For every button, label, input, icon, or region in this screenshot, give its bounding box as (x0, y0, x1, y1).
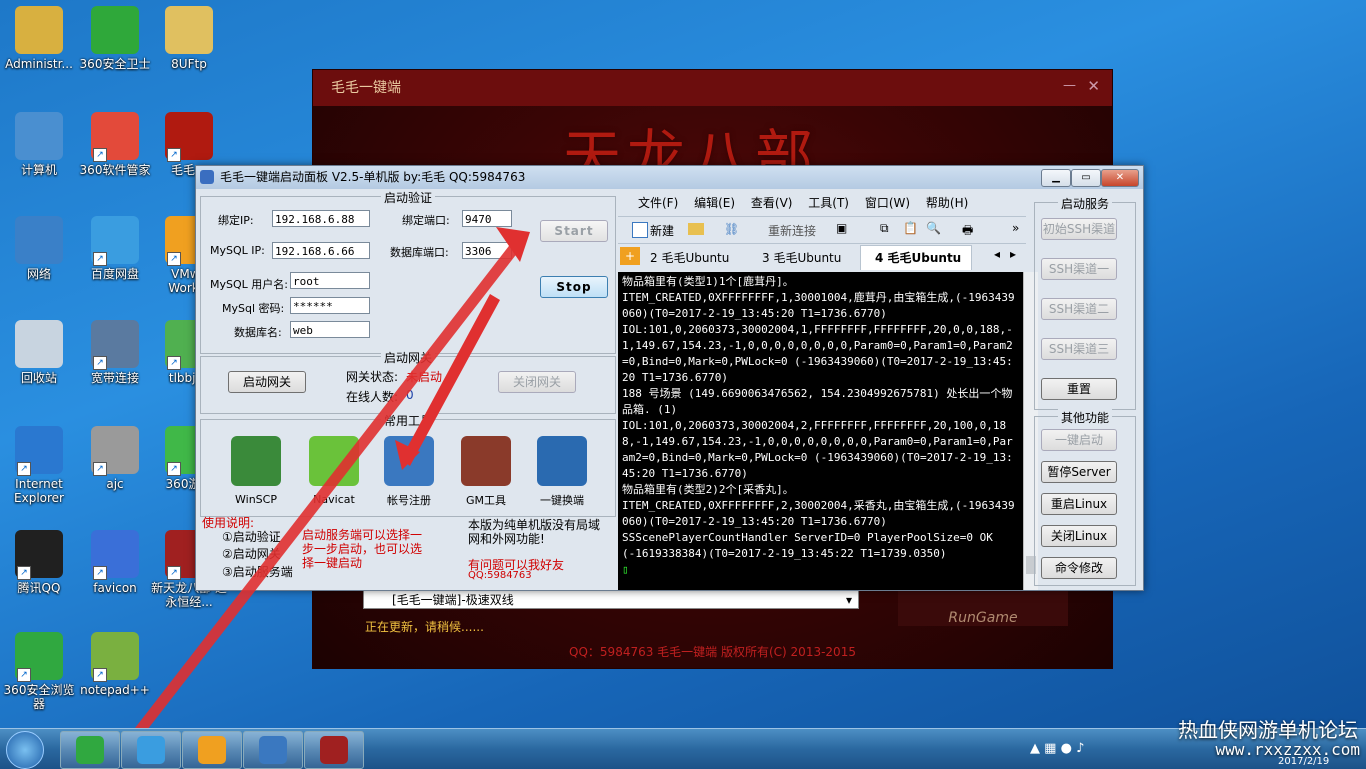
taskbar: ▲ ▦ ● ♪ (0, 728, 1366, 769)
python-icon (259, 736, 287, 764)
taskbar-item-vmware[interactable] (182, 731, 242, 769)
tlbb-icon (320, 736, 348, 764)
annotation-arrow (135, 227, 530, 734)
taskbar-item-baidu[interactable] (121, 731, 181, 769)
taskbar-item-python[interactable] (243, 731, 303, 769)
baidu-icon (137, 736, 165, 764)
vmware-icon (198, 736, 226, 764)
watermark-text: 热血侠网游单机论坛 (1178, 718, 1358, 742)
volume-icon[interactable]: ♪ (1076, 741, 1084, 756)
clock-date[interactable]: 2017/2/19 (1278, 756, 1329, 767)
network-icon[interactable]: ▦ (1044, 741, 1056, 756)
tray-icons: ▲ ▦ ● ♪ (1030, 741, 1084, 756)
flag-icon[interactable]: ▲ (1030, 741, 1040, 756)
arrow-shaft (135, 242, 522, 734)
taskbar-item-360browser[interactable] (60, 731, 120, 769)
360browser-icon (76, 736, 104, 764)
qq-tray-icon[interactable]: ● (1061, 741, 1072, 756)
taskbar-item-tlbb[interactable] (304, 731, 364, 769)
start-button-orb[interactable] (6, 731, 44, 769)
